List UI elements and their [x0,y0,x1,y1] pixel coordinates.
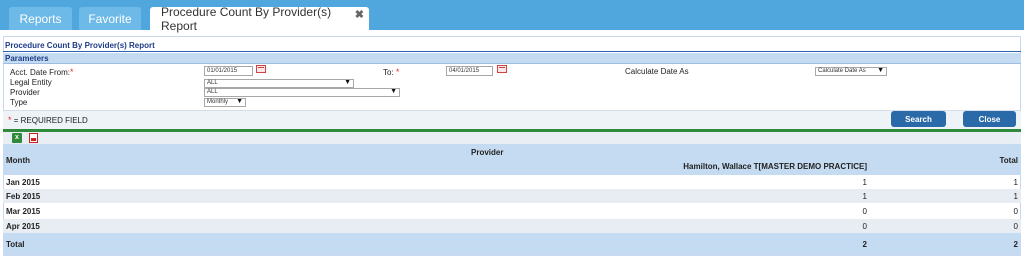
total-cell: 0 [1013,222,1018,231]
month-cell: Jan 2015 [6,178,40,187]
calculate-date-select[interactable]: Calculate Date As ▼ [815,67,887,76]
acct-date-from-input[interactable]: 01/01/2015 [204,66,253,76]
count-cell: 1 [862,192,867,201]
count-cell: 0 [862,222,867,231]
provider-name-header: Hamilton, Wallace T[MASTER DEMO PRACTICE… [683,162,867,171]
table-row: Apr 2015 0 0 [3,219,1021,233]
total-label: Total [6,240,25,249]
total-count-cell: 2 [862,240,867,249]
provider-label: Provider [10,88,40,97]
total-column-header: Total [999,156,1018,165]
legal-entity-value: ALL [207,80,218,86]
close-button[interactable]: Close [963,111,1016,127]
acct-date-from-label: Acct. Date From:* [10,67,74,77]
total-cell: 1 [1013,178,1018,187]
provider-value: ALL [207,89,218,95]
required-field-note: * = REQUIRED FIELD [8,115,88,125]
dropdown-arrow-icon: ▼ [390,88,397,95]
table-row: Jan 2015 1 1 [3,175,1021,189]
excel-export-icon[interactable]: x [12,133,22,143]
report-title: Procedure Count By Provider(s) Report [5,41,155,50]
export-toolbar [3,132,1021,144]
tab-reports-label: Reports [19,11,62,26]
close-tab-icon[interactable]: ✖ [355,8,364,21]
legal-entity-select[interactable]: ALL ▼ [204,79,354,88]
table-row: Mar 2015 0 0 [3,204,1021,218]
required-star: * [395,67,400,77]
tab-favorite[interactable]: Favorite [79,7,141,30]
calculate-date-value: Calculate Date As [818,68,866,74]
month-column-header: Month [6,156,30,165]
title-divider [3,51,1021,52]
count-cell: 1 [862,178,867,187]
search-button[interactable]: Search [891,111,946,127]
pdf-export-icon[interactable] [29,133,38,143]
parameters-header [3,53,1021,64]
calculate-date-label: Calculate Date As [625,67,689,76]
action-bar [3,110,1021,129]
legal-entity-label: Legal Entity [10,78,52,87]
total-row: Total 2 2 [3,233,1021,255]
parameters-label: Parameters [5,54,49,63]
to-date-label: To: * [383,67,400,77]
month-cell: Apr 2015 [6,222,40,231]
calendar-icon[interactable] [256,65,266,73]
calendar-icon[interactable] [497,65,507,73]
total-cell: 0 [1013,207,1018,216]
count-cell: 0 [862,207,867,216]
tab-procedure-count-report[interactable]: Procedure Count By Provider(s) Report ✖ [150,4,369,33]
type-value: Monthly [207,99,229,105]
tab-reports[interactable]: Reports [9,7,72,30]
table-row: Feb 2015 1 1 [3,189,1021,203]
required-star: * [70,67,74,77]
total-cell: 1 [1013,192,1018,201]
dropdown-arrow-icon: ▼ [236,98,243,105]
tab-report-label: Procedure Count By Provider(s) Report [161,4,332,33]
provider-select[interactable]: ALL ▼ [204,88,400,97]
type-label: Type [10,98,28,107]
provider-column-header: Provider [471,148,504,157]
to-date-input[interactable]: 04/01/2015 [446,66,493,76]
dropdown-arrow-icon: ▼ [877,67,884,74]
month-cell: Feb 2015 [6,192,41,201]
type-select[interactable]: Monthly ▼ [204,98,246,107]
tab-favorite-label: Favorite [88,11,132,26]
dropdown-arrow-icon: ▼ [344,79,351,86]
table-header [3,144,1021,175]
required-star: * [8,115,12,125]
month-cell: Mar 2015 [6,207,41,216]
grand-total-cell: 2 [1013,240,1018,249]
